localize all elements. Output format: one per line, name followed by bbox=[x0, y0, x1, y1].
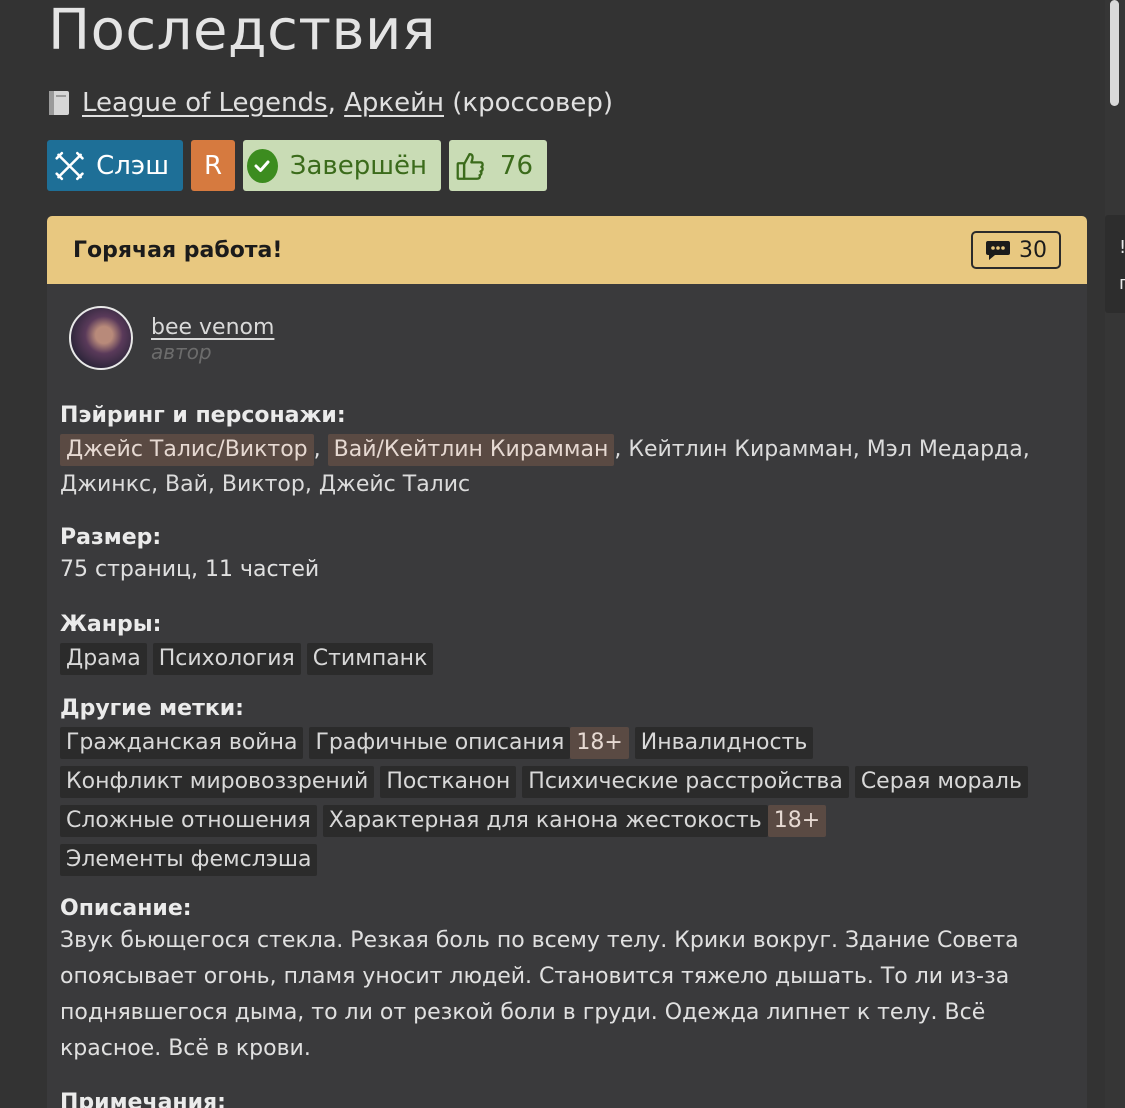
tag-item[interactable]: Психические расстройства bbox=[522, 766, 849, 798]
author-name-link[interactable]: bee venom bbox=[151, 316, 274, 340]
side-panel[interactable]: ! г bbox=[1105, 215, 1125, 313]
likes-badge[interactable]: 76 bbox=[449, 140, 547, 191]
pairing-tag[interactable]: Джейс Талис/Виктор bbox=[60, 434, 314, 466]
book-icon bbox=[49, 91, 69, 115]
direction-badge[interactable]: Слэш bbox=[47, 140, 183, 191]
tag-item[interactable]: Постканон bbox=[380, 766, 517, 798]
status-badge[interactable]: Завершён bbox=[243, 140, 441, 191]
work-info-card: Горячая работа! 30 bee venom автор Пэйри… bbox=[47, 216, 1087, 1108]
avatar[interactable] bbox=[69, 306, 133, 370]
author-role: автор bbox=[151, 340, 212, 364]
comment-icon bbox=[986, 241, 1010, 260]
work-title: Последствия bbox=[48, 0, 437, 63]
genre-tag[interactable]: Драма bbox=[60, 643, 147, 675]
comments-button[interactable]: 30 bbox=[971, 231, 1061, 269]
fandom-link-lol[interactable]: League of Legends bbox=[82, 88, 328, 118]
side-panel-char: г bbox=[1119, 273, 1125, 294]
badge-row: Слэш R Завершён 76 bbox=[47, 140, 547, 191]
genres-label: Жанры: bbox=[60, 612, 162, 637]
characters-line-1: , Кейтлин Кирамман, Мэл Медарда, bbox=[614, 437, 1030, 462]
tag-item[interactable]: Сложные отношения bbox=[60, 805, 317, 837]
pairing-section: Пэйринг и персонажи: Джейс Талис/Виктор,… bbox=[60, 403, 1070, 503]
status-label: Завершён bbox=[289, 150, 427, 181]
other-tags-label: Другие метки: bbox=[60, 696, 244, 721]
likes-count: 76 bbox=[499, 150, 533, 181]
fandom-line: League of Legends, Аркейн (кроссовер) bbox=[48, 88, 613, 118]
adult-marker: 18+ bbox=[767, 805, 827, 837]
description-section: Описание: Звук бьющегося стекла. Резкая … bbox=[60, 896, 1070, 1067]
size-section: Размер: 75 страниц, 11 частей bbox=[60, 525, 1070, 588]
thumbs-up-icon bbox=[456, 152, 484, 180]
tag-item[interactable]: Гражданская война bbox=[60, 727, 304, 759]
tag-item[interactable]: Характерная для канона жестокость bbox=[322, 805, 768, 837]
rating-label: R bbox=[203, 150, 223, 181]
crossed-swords-icon bbox=[55, 151, 84, 180]
comments-count: 30 bbox=[1019, 237, 1047, 263]
checkmark-icon bbox=[247, 148, 278, 183]
pairing-separator: , bbox=[313, 437, 321, 462]
hot-work-label: Горячая работа! bbox=[73, 237, 283, 263]
genre-tag[interactable]: Стимпанк bbox=[306, 643, 434, 675]
other-tags-section: Другие метки: Гражданская война Графичные… bbox=[60, 696, 1070, 883]
genre-tag[interactable]: Психология bbox=[152, 643, 301, 675]
scrollbar-thumb[interactable] bbox=[1110, 0, 1119, 106]
rating-badge[interactable]: R bbox=[191, 140, 235, 191]
tag-item[interactable]: Конфликт мировоззрений bbox=[60, 766, 375, 798]
side-panel-char: ! bbox=[1119, 237, 1125, 258]
crossover-label: (кроссовер) bbox=[452, 88, 613, 118]
adult-marker: 18+ bbox=[570, 727, 629, 759]
description-line: Звук бьющегося стекла. Резкая боль по вс… bbox=[60, 928, 1019, 953]
pairing-tag[interactable]: Вай/Кейтлин Кирамман bbox=[327, 434, 615, 466]
tag-item[interactable]: Серая мораль bbox=[854, 766, 1028, 798]
description-line: опоясывает огонь, пламя уносит людей. Ст… bbox=[60, 964, 1010, 989]
size-value: 75 страниц, 11 частей bbox=[60, 557, 320, 582]
notes-label: Примечания: bbox=[60, 1090, 226, 1108]
pairing-label: Пэйринг и персонажи: bbox=[60, 403, 346, 428]
description-line: поднявшегося дыма, то ли от резкой боли … bbox=[60, 1000, 986, 1025]
characters-line-2: Джинкс, Вай, Виктор, Джейс Талис bbox=[60, 472, 471, 497]
direction-label: Слэш bbox=[96, 150, 169, 181]
size-label: Размер: bbox=[60, 525, 162, 550]
scrollbar-track[interactable] bbox=[1105, 0, 1125, 1108]
tag-item[interactable]: Инвалидность bbox=[634, 727, 814, 759]
fandom-link-arcane[interactable]: Аркейн bbox=[344, 88, 444, 118]
notes-section: Примечания: bbox=[60, 1090, 1070, 1108]
fandom-separator: , bbox=[327, 88, 336, 118]
genres-section: Жанры: Драма Психология Стимпанк bbox=[60, 612, 1070, 682]
description-line: красное. Всё в крови. bbox=[60, 1036, 311, 1061]
tag-item[interactable]: Графичные описания bbox=[309, 727, 571, 759]
description-label: Описание: bbox=[60, 896, 192, 921]
author-block: bee venom автор bbox=[69, 306, 274, 370]
card-header: Горячая работа! 30 bbox=[47, 216, 1087, 284]
tag-item[interactable]: Элементы фемслэша bbox=[60, 844, 318, 876]
